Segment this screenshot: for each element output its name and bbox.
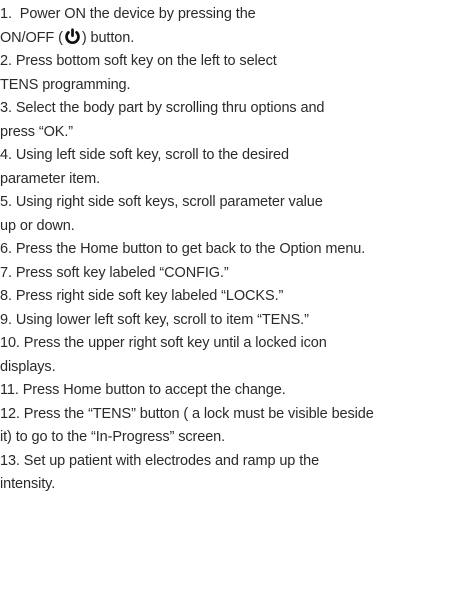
step-number: 9. — [0, 311, 12, 328]
step-12-line-1: 12. Press the “TENS” button ( a lock mus… — [0, 403, 457, 427]
step-number: 5. — [0, 194, 12, 210]
step-text: it) to go to the “In-Progress” screen. — [0, 429, 226, 445]
step-text: Press right side soft key labeled “LOCKS… — [15, 288, 284, 304]
step-text: intensity. — [0, 476, 56, 492]
step-3-line-1: 3. Select the body part by scrolling thr… — [0, 97, 457, 121]
step-number: 6. — [0, 241, 12, 257]
power-icon — [64, 27, 81, 45]
step-number: 13. — [0, 452, 20, 469]
step-7-line-1: 7. Press soft key labeled “CONFIG.” — [0, 262, 457, 286]
step-2-line-1: 2. Press bottom soft key on the left to … — [0, 50, 457, 74]
step-text: Press the “TENS” button ( a lock must be… — [23, 405, 374, 422]
step-text: Press Home button to accept the change. — [22, 382, 286, 398]
step-number: 2. — [0, 53, 12, 69]
step-10-line-2: displays. — [0, 356, 457, 380]
step-text: Press the Home button to get back to the… — [15, 241, 366, 257]
step-9-line-1: 9. Using lower left soft key, scroll to … — [0, 309, 457, 333]
step-5-line-2: up or down. — [0, 215, 457, 239]
step-number: 11. — [0, 382, 19, 398]
step-number: 1. — [0, 6, 12, 22]
step-number: 4. — [0, 147, 12, 163]
step-text: Press the upper right soft key until a l… — [23, 335, 327, 351]
step-number: 12. — [0, 405, 20, 422]
instruction-list: 1. Power ON the device by pressing the O… — [0, 3, 457, 497]
step-4-line-1: 4. Using left side soft key, scroll to t… — [0, 144, 457, 168]
step-11-line-1: 11. Press Home button to accept the chan… — [0, 379, 457, 403]
step-text: Using lower left soft key, scroll to ite… — [15, 311, 309, 328]
step-text: ) button. — [81, 29, 135, 46]
step-text: Press bottom soft key on the left to sel… — [15, 53, 277, 69]
step-1-line-2: ON/OFF ( ) button. — [0, 27, 457, 51]
step-text: Press soft key labeled “CONFIG.” — [15, 264, 229, 281]
step-13-line-2: intensity. — [0, 473, 457, 497]
step-6-line-1: 6. Press the Home button to get back to … — [0, 238, 457, 262]
step-2-line-2: TENS programming. — [0, 74, 457, 98]
step-text: up or down. — [0, 217, 75, 234]
step-number: 8. — [0, 288, 12, 304]
step-12-line-2: it) to go to the “In-Progress” screen. — [0, 426, 457, 450]
step-text: displays. — [0, 358, 56, 375]
step-text: Using right side soft keys, scroll param… — [15, 194, 323, 210]
step-text: parameter item. — [0, 170, 101, 187]
step-4-line-2: parameter item. — [0, 168, 457, 192]
step-text: TENS programming. — [0, 76, 131, 93]
step-13-line-1: 13. Set up patient with electrodes and r… — [0, 450, 457, 474]
step-3-line-2: press “OK.” — [0, 121, 457, 145]
step-text: Set up patient with electrodes and ramp … — [23, 452, 320, 469]
step-text: Power ON the device by pressing the — [19, 6, 256, 22]
step-text: press “OK.” — [0, 123, 74, 140]
step-number: 7. — [0, 264, 12, 281]
step-1-line-1: 1. Power ON the device by pressing the — [0, 3, 457, 27]
step-text: ON/OFF ( — [0, 29, 63, 46]
step-5-line-1: 5. Using right side soft keys, scroll pa… — [0, 191, 457, 215]
step-number: 3. — [0, 100, 12, 116]
step-text: Select the body part by scrolling thru o… — [15, 100, 325, 116]
step-number: 10. — [0, 335, 20, 351]
step-8-line-1: 8. Press right side soft key labeled “LO… — [0, 285, 457, 309]
step-text: Using left side soft key, scroll to the … — [15, 147, 289, 163]
step-10-line-1: 10. Press the upper right soft key until… — [0, 332, 457, 356]
